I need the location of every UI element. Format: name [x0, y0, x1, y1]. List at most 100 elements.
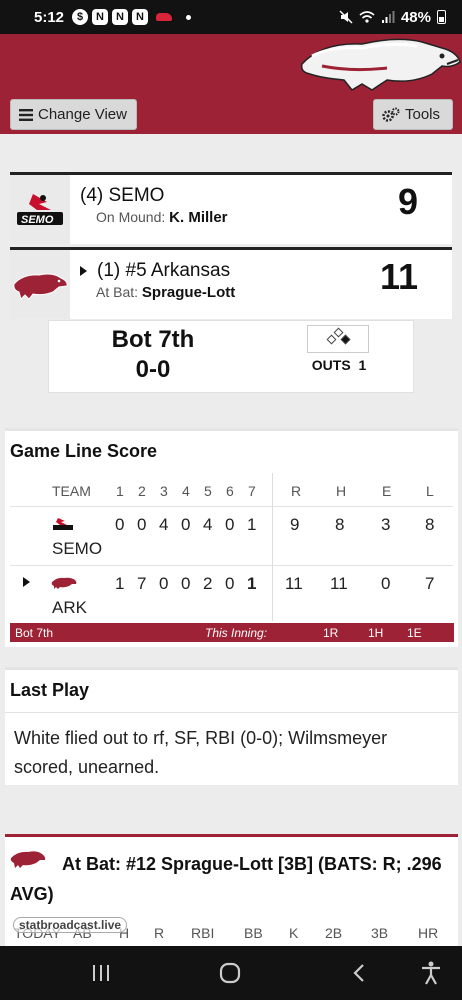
inning-header: 7	[248, 483, 256, 499]
runs-header: R	[291, 483, 302, 499]
batting-arrow-icon	[80, 265, 87, 276]
at-bat-text: At Bat: #12 Sprague-Lott [3B] (BATS: R; …	[10, 854, 442, 904]
stat-header: RBI	[191, 925, 215, 941]
inning-score: 0	[181, 515, 191, 534]
batter-info: At Bat: Sprague-Lott	[96, 284, 235, 301]
last-play-text: White flied out to rf, SF, RBI (0-0); Wi…	[14, 728, 388, 777]
arkansas-logo	[10, 250, 70, 319]
inning-score: 0	[137, 515, 147, 534]
total-runs: 11	[285, 574, 303, 593]
total-lob: 8	[425, 515, 435, 534]
total-hits: 11	[330, 574, 348, 593]
change-view-label: Change View	[38, 106, 127, 123]
android-nav-bar	[0, 946, 462, 1000]
tools-label: Tools	[405, 106, 441, 123]
batting-arrow-icon	[23, 577, 30, 587]
razorback-logo	[300, 38, 461, 91]
semo-logo: SEMO	[10, 175, 70, 244]
battery-percent: 48%	[400, 8, 431, 26]
last-play-card: Last Play White flied out to rf, SF, RBI…	[5, 667, 458, 785]
total-hits: 8	[335, 515, 345, 534]
outs-display: OUTS 1	[307, 357, 371, 373]
third-base	[326, 334, 337, 345]
inning-header: 5	[204, 483, 212, 499]
tools-button[interactable]: Tools	[373, 99, 453, 130]
table-row-team: ARK	[52, 598, 87, 617]
dollar-icon: $	[72, 9, 89, 25]
inning-hits: 1H	[368, 626, 384, 640]
inning-header: 1	[116, 483, 124, 499]
home-icon	[219, 962, 241, 984]
inning-score: 1	[115, 574, 125, 593]
gears-icon	[382, 107, 400, 122]
team-row-home: (1) #5 Arkansas At Bat: Sprague-Lott 11	[10, 247, 452, 319]
inning-score: 4	[203, 515, 213, 534]
stat-header: 3B	[371, 925, 389, 941]
pitcher-info: On Mound: K. Miller	[96, 209, 228, 226]
statbroadcast-watermark: statbroadcast.live	[13, 917, 128, 933]
last-play-title: Last Play	[10, 680, 90, 700]
accessibility-icon	[422, 961, 440, 985]
team-name-text: (1) #5 Arkansas	[97, 260, 231, 281]
inning-header: 4	[182, 483, 190, 499]
back-icon	[353, 964, 364, 982]
divider	[272, 473, 273, 621]
outs-value: 1	[358, 357, 367, 373]
accessibility-button[interactable]	[418, 960, 444, 986]
inning-score: 7	[137, 574, 147, 593]
hits-header: H	[336, 483, 347, 499]
arkansas-mini-logo	[51, 577, 77, 589]
menu-icon	[19, 108, 33, 121]
team-row-away: SEMO (4) SEMO On Mound: K. Miller 9	[10, 172, 452, 244]
n-icon: N	[112, 9, 129, 25]
stat-header: 2B	[325, 925, 343, 941]
line-score-title: Game Line Score	[10, 441, 158, 461]
recent-apps-button[interactable]	[88, 960, 114, 986]
inning-header: 2	[138, 483, 146, 499]
mute-icon	[339, 10, 353, 24]
status-bar: 5:12 $ N N N 48%	[0, 0, 462, 34]
inning-score: 0	[181, 574, 191, 593]
inning-info: Bot 7th 0-0	[99, 325, 207, 385]
change-view-button[interactable]: Change View	[10, 99, 137, 130]
divider	[10, 565, 453, 566]
app-header: Change View Tools	[0, 34, 462, 134]
on-mound-label: On Mound:	[96, 209, 166, 225]
home-button[interactable]	[217, 960, 243, 986]
inning-score: 4	[159, 515, 169, 534]
more-notifications-icon	[186, 14, 192, 20]
n-icon: N	[92, 9, 109, 25]
team-header: TEAM	[52, 483, 91, 499]
count-label: 0-0	[135, 356, 171, 383]
inning-score: 0	[115, 515, 125, 534]
outs-label: OUTS	[311, 357, 351, 373]
inning-label: Bot 7th	[111, 326, 195, 353]
bases-diamond	[307, 325, 369, 353]
pitcher-name: K. Miller	[169, 209, 228, 226]
total-lob: 7	[425, 574, 435, 593]
semo-mini-logo	[53, 518, 73, 530]
inning-score: 0	[159, 574, 169, 593]
at-bat-label: At Bat:	[96, 284, 139, 300]
signal-icon	[381, 11, 395, 23]
stat-header: BB	[244, 925, 263, 941]
razorback-icon	[156, 13, 173, 21]
team-name: (4) SEMO	[80, 185, 165, 206]
stat-header: R	[154, 925, 165, 941]
stat-header: HR	[418, 925, 439, 941]
back-button[interactable]	[348, 960, 370, 986]
this-inning-label: This Inning:	[205, 626, 268, 640]
team-score: 11	[379, 256, 418, 297]
line-score-card: Game Line Score TEAM 1 2 3 4 5 6 7 R H E…	[5, 428, 458, 647]
battery-icon	[437, 10, 446, 24]
total-errors: 0	[381, 574, 391, 593]
inning-runs: 1R	[323, 626, 339, 640]
team-name: (1) #5 Arkansas	[80, 260, 230, 282]
game-state: Bot 7th 0-0 OUTS 1	[48, 320, 414, 393]
inning-score: 0	[225, 515, 235, 534]
inning-errors: 1E	[407, 626, 422, 640]
first-base	[340, 334, 351, 345]
n-icon: N	[132, 9, 149, 25]
total-errors: 3	[381, 515, 391, 534]
inning-score: 0	[225, 574, 235, 593]
